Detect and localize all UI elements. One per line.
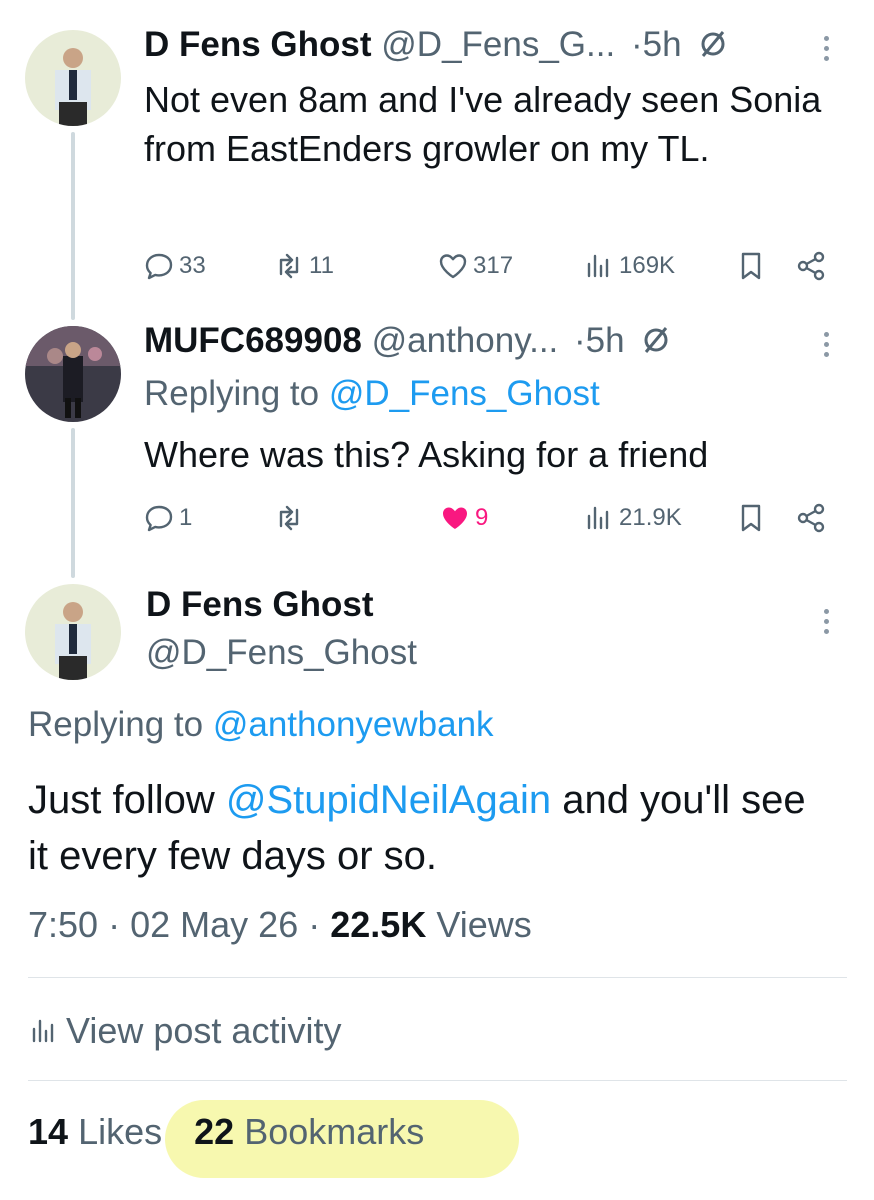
- reply-icon: [145, 253, 173, 280]
- views-label: Views: [436, 904, 532, 945]
- retweet-icon: [279, 253, 299, 279]
- like-button[interactable]: 317: [437, 246, 513, 286]
- share-icon: [797, 503, 825, 533]
- retweet-button[interactable]: 11: [273, 246, 334, 286]
- views-count: 22.5K: [330, 904, 427, 945]
- mention-link[interactable]: @anthonyewbank: [213, 705, 494, 744]
- like-icon: [439, 254, 467, 279]
- reply-button[interactable]: 33: [143, 246, 206, 286]
- thread-line: [71, 428, 75, 578]
- avatar[interactable]: [25, 326, 121, 422]
- bookmark-button[interactable]: [735, 246, 767, 286]
- handle[interactable]: @D_Fens_G...: [381, 25, 615, 64]
- share-button[interactable]: [795, 498, 827, 538]
- retweet-button[interactable]: [273, 498, 309, 538]
- tweet-actions: 1 9 21.9K: [143, 498, 843, 538]
- views-count: 169K: [619, 252, 676, 279]
- like-count: 317: [473, 252, 514, 279]
- timestamp[interactable]: 5h: [643, 25, 682, 64]
- tweet-text-start: Just follow: [28, 778, 226, 822]
- more-icon[interactable]: [824, 332, 832, 362]
- like-count: 9: [475, 504, 489, 531]
- replying-to: Replying to @anthonyewbank: [28, 704, 494, 746]
- separator: ·: [574, 321, 586, 360]
- likes-stat[interactable]: 14 Likes: [28, 1111, 162, 1152]
- bookmark-button[interactable]: [735, 498, 767, 538]
- mention-link[interactable]: @StupidNeilAgain: [226, 778, 551, 822]
- separator: ·: [308, 904, 321, 945]
- replying-prefix: Replying to: [144, 374, 320, 413]
- avatar[interactable]: [25, 584, 121, 680]
- bookmarks-label: Bookmarks: [244, 1111, 425, 1152]
- tweet-date[interactable]: 02 May 26: [130, 904, 298, 945]
- replying-to: Replying to @D_Fens_Ghost: [144, 373, 600, 415]
- thread-line: [71, 132, 75, 320]
- reply-count: 33: [179, 252, 206, 279]
- views-button[interactable]: 169K: [583, 246, 675, 286]
- separator: ·: [630, 25, 643, 64]
- more-icon[interactable]: [824, 609, 832, 639]
- divider: [28, 1080, 847, 1081]
- tweet-text: Just follow @StupidNeilAgain and you'll …: [28, 772, 808, 884]
- replying-prefix: Replying to: [28, 705, 204, 744]
- avatar[interactable]: [25, 30, 121, 126]
- views-icon: [587, 506, 609, 530]
- tweet-header: MUFC689908 @anthony... ·5h: [144, 320, 672, 366]
- more-icon[interactable]: [824, 36, 832, 66]
- tweet-meta: 7:50 · 02 May 26 · 22.5K Views: [28, 904, 532, 946]
- views-icon: [587, 254, 609, 278]
- reply-icon: [145, 505, 173, 532]
- tweet-header: D Fens Ghost @D_Fens_G... ·5h: [144, 24, 729, 70]
- tweet-actions: 33 11 317 169K: [143, 246, 843, 286]
- bookmark-icon: [741, 504, 761, 532]
- engagement-stats: 14 Likes 22 Bookmarks: [28, 1111, 424, 1153]
- view-post-activity-link[interactable]: View post activity: [28, 1010, 341, 1052]
- views-button[interactable]: 21.9K: [583, 498, 682, 538]
- handle[interactable]: @anthony...: [372, 321, 559, 360]
- reply-count: 1: [179, 504, 193, 531]
- retweet-icon: [279, 505, 299, 531]
- likes-count: 14: [28, 1111, 69, 1152]
- ghost-mute-icon: [640, 324, 672, 366]
- mention-link[interactable]: @D_Fens_Ghost: [329, 374, 600, 413]
- bookmark-icon: [741, 252, 761, 280]
- divider: [28, 977, 847, 978]
- reply-button[interactable]: 1: [143, 498, 192, 538]
- like-button[interactable]: 9: [439, 498, 488, 538]
- timestamp[interactable]: 5h: [586, 321, 625, 360]
- tweet-time[interactable]: 7:50: [28, 904, 98, 945]
- views-count: 21.9K: [619, 504, 682, 531]
- ghost-mute-icon: [697, 28, 729, 70]
- separator: ·: [108, 904, 121, 945]
- share-button[interactable]: [795, 246, 827, 286]
- share-icon: [797, 251, 825, 281]
- bookmarks-stat[interactable]: 22 Bookmarks: [194, 1111, 424, 1152]
- retweet-count: 11: [309, 252, 334, 279]
- likes-label: Likes: [78, 1111, 163, 1152]
- handle[interactable]: @D_Fens_Ghost: [146, 632, 417, 674]
- display-name[interactable]: D Fens Ghost: [144, 25, 372, 64]
- display-name[interactable]: MUFC689908: [144, 321, 362, 360]
- tweet-text: Not even 8am and I've already seen Sonia…: [144, 79, 822, 169]
- bookmarks-count: 22: [194, 1111, 235, 1152]
- display-name[interactable]: D Fens Ghost: [146, 584, 374, 626]
- views-icon: [32, 1019, 54, 1043]
- view-post-activity-label: View post activity: [66, 1010, 342, 1051]
- like-icon: [443, 507, 467, 529]
- tweet-text: Where was this? Asking for a friend: [144, 434, 709, 475]
